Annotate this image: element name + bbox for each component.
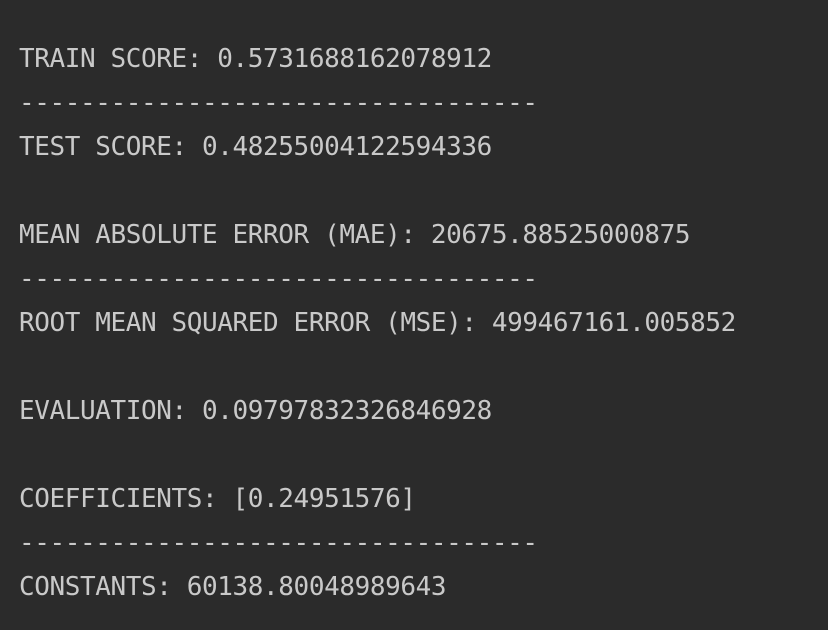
rmse-line: ROOT MEAN SQUARED ERROR (MSE): 499467161…: [19, 308, 736, 338]
coefficients-line: COEFFICIENTS: [0.24951576]: [19, 484, 416, 514]
constants-line: CONSTANTS: 60138.80048989643: [19, 572, 447, 602]
evaluation-line: EVALUATION: 0.09797832326846928: [19, 396, 492, 426]
separator-line: ----------------------------------: [19, 88, 538, 118]
test-score-line: TEST SCORE: 0.48255004122594336: [19, 132, 492, 162]
train-score-line: TRAIN SCORE: 0.5731688162078912: [19, 44, 492, 74]
separator-line: ----------------------------------: [19, 528, 538, 558]
console-output: TRAIN SCORE: 0.5731688162078912 --------…: [0, 0, 828, 630]
mae-line: MEAN ABSOLUTE ERROR (MAE): 20675.8852500…: [19, 220, 691, 250]
separator-line: ----------------------------------: [19, 264, 538, 294]
